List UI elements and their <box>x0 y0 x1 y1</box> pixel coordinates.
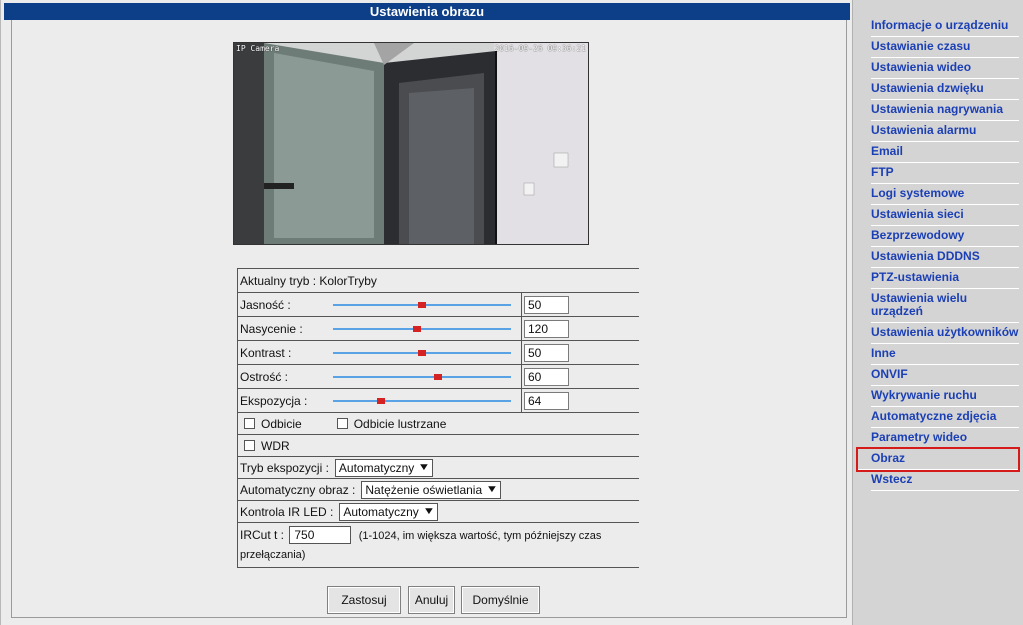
sidebar-item-ustawienia-nagrywania[interactable]: Ustawienia nagrywania <box>871 100 1019 121</box>
exposure-mode-row: Tryb ekspozycji : Automatyczny ▼ <box>238 457 639 479</box>
sidebar-item-ustawienia-użytkowników[interactable]: Ustawienia użytkowników <box>871 323 1019 344</box>
sidebar-item-onvif[interactable]: ONVIF <box>871 365 1019 386</box>
sidebar-item-inne[interactable]: Inne <box>871 344 1019 365</box>
sidebar-item-ustawienia-wielu-urządzeń[interactable]: Ustawienia wielu urządzeń <box>871 289 1019 323</box>
contrast-row: Kontrast : 50 <box>238 341 639 365</box>
ircut-block: IRCut t : 750 (1-1024, im większa wartoś… <box>238 526 601 564</box>
sidebar-item-informacje-o-urządzeniu[interactable]: Informacje o urządzeniu <box>871 16 1019 37</box>
wdr-label: WDR <box>261 438 290 453</box>
camera-image <box>234 43 588 244</box>
ircut-hint: (1-1024, im większa wartość, tym później… <box>359 530 602 542</box>
auto-image-value: Natężenie oświetlania <box>365 482 483 497</box>
current-mode-label: Aktualny tryb : KolorTryby <box>240 273 377 288</box>
auto-image-row: Automatyczny obraz : Natężenie oświetlan… <box>238 479 639 501</box>
chevron-down-icon: ▼ <box>417 462 431 473</box>
sharpness-slider-handle[interactable] <box>434 374 443 380</box>
saturation-slider[interactable] <box>333 326 511 332</box>
brightness-slider[interactable] <box>333 302 511 308</box>
flip-checkbox[interactable] <box>244 418 255 429</box>
exposure-mode-label: Tryb ekspozycji : <box>240 460 329 475</box>
exposure-input[interactable]: 64 <box>524 392 569 410</box>
osd-timestamp: 2016-09-26 09:36:21 <box>494 44 586 53</box>
sidebar-menu: Informacje o urządzeniu Ustawianie czasu U… <box>856 16 1020 491</box>
contrast-input[interactable]: 50 <box>524 344 569 362</box>
mirror-label: Odbicie lustrzane <box>353 416 447 431</box>
contrast-slider[interactable] <box>333 350 511 356</box>
sidebar-nav: Informacje o urządzeniu Ustawianie czasu U… <box>852 0 1023 625</box>
flip-label: Odbicie <box>261 416 302 431</box>
mode-row: Aktualny tryb : KolorTryby <box>238 269 639 293</box>
sidebar-item-logi-systemowe[interactable]: Logi systemowe <box>871 184 1019 205</box>
ircut-label: IRCut t : <box>240 528 285 542</box>
chevron-down-icon: ▼ <box>485 484 499 495</box>
apply-button[interactable]: Zastosuj <box>327 586 401 614</box>
saturation-slider-handle[interactable] <box>412 326 421 332</box>
sharpness-slider[interactable] <box>333 374 511 380</box>
auto-image-label: Automatyczny obraz : <box>240 482 356 497</box>
brightness-input[interactable]: 50 <box>524 296 569 314</box>
sharpness-row: Ostrość : 60 <box>238 365 639 389</box>
ir-led-select[interactable]: Automatyczny ▼ <box>339 502 438 521</box>
sidebar-item-ustawienia-dddns[interactable]: Ustawienia DDDNS <box>871 247 1019 268</box>
saturation-row: Nasycenie : 120 <box>238 317 639 341</box>
ircut-input[interactable]: 750 <box>289 526 352 544</box>
image-settings-table: Aktualny tryb : KolorTryby Jasność : 50 … <box>237 268 639 568</box>
sidebar-item-wstecz[interactable]: Wstecz <box>871 470 1019 491</box>
sidebar-item-parametry-wideo[interactable]: Parametry wideo <box>871 428 1019 449</box>
sidebar-item-email[interactable]: Email <box>871 142 1019 163</box>
exposure-mode-select[interactable]: Automatyczny ▼ <box>334 458 434 477</box>
sidebar-item-automatyczne-zdjęcia[interactable]: Automatyczne zdjęcia <box>871 407 1019 428</box>
sidebar-item-ftp[interactable]: FTP <box>871 163 1019 184</box>
ircut-hint-word: szy czas <box>559 530 602 542</box>
sidebar-item-ustawienia-wideo[interactable]: Ustawienia wideo <box>871 58 1019 79</box>
page-title: Ustawienia obrazu <box>4 3 850 20</box>
ir-led-label: Kontrola IR LED : <box>240 504 334 519</box>
ir-led-value: Automatyczny <box>343 504 419 519</box>
chevron-down-icon: ▼ <box>422 506 436 517</box>
ircut-hint-line2: przełączania) <box>240 549 306 561</box>
wdr-checkbox[interactable] <box>244 440 255 451</box>
auto-image-select[interactable]: Natężenie oświetlania ▼ <box>361 480 502 499</box>
sharpness-input[interactable]: 60 <box>524 368 569 386</box>
sidebar-item-obraz[interactable]: Obraz <box>856 447 1020 472</box>
sidebar-item-ustawienia-dzwięku[interactable]: Ustawienia dzwięku <box>871 79 1019 100</box>
main-panel: Ustawienia obrazu IP Camera 2016-09-26 0… <box>0 0 852 625</box>
default-button[interactable]: Domyślnie <box>461 586 540 614</box>
camera-preview: IP Camera 2016-09-26 09:36:21 <box>233 42 589 245</box>
osd-camera-name: IP Camera <box>236 44 280 53</box>
brightness-row: Jasność : 50 <box>238 293 639 317</box>
exposure-mode-value: Automatyczny <box>338 460 415 475</box>
wdr-row: WDR <box>238 435 639 457</box>
ir-led-row: Kontrola IR LED : Automatyczny ▼ <box>238 501 639 523</box>
exposure-slider[interactable] <box>333 398 511 404</box>
sidebar-item-ptz-ustawienia[interactable]: PTZ-ustawienia <box>871 268 1019 289</box>
sidebar-item-ustawienia-alarmu[interactable]: Ustawienia alarmu <box>871 121 1019 142</box>
saturation-input[interactable]: 120 <box>524 320 569 338</box>
sidebar-item-wykrywanie-ruchu[interactable]: Wykrywanie ruchu <box>871 386 1019 407</box>
cancel-button[interactable]: Anuluj <box>408 586 455 614</box>
brightness-slider-handle[interactable] <box>418 302 426 308</box>
ircut-row: IRCut t : 750 (1-1024, im większa wartoś… <box>238 523 639 567</box>
sidebar-item-ustawianie-czasu[interactable]: Ustawianie czasu <box>871 37 1019 58</box>
flip-row: Odbicie Odbicie lustrzane <box>238 413 639 435</box>
sidebar-item-ustawienia-sieci[interactable]: Ustawienia sieci <box>871 205 1019 226</box>
exposure-row: Ekspozycja : 64 <box>238 389 639 413</box>
ircut-hint-line1: (1-1024, im większa wartość, tym później <box>358 530 560 542</box>
sidebar-item-bezprzewodowy[interactable]: Bezprzewodowy <box>871 226 1019 247</box>
exposure-slider-handle[interactable] <box>377 398 386 404</box>
ircut-input-value: 750 <box>294 528 315 542</box>
contrast-slider-handle[interactable] <box>418 350 426 356</box>
mirror-checkbox[interactable] <box>336 418 348 429</box>
